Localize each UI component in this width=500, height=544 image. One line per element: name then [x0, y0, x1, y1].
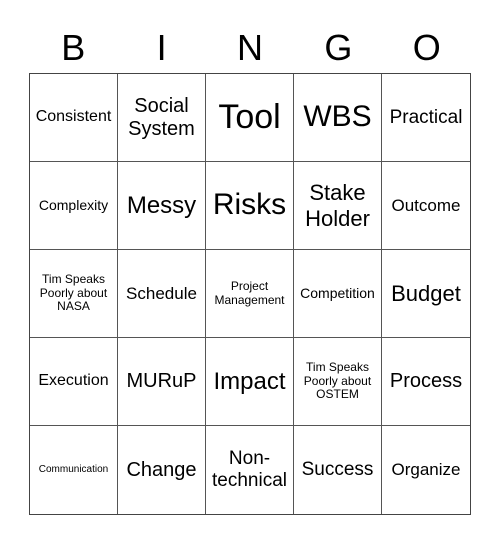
bingo-cell[interactable]: Budget — [382, 250, 470, 338]
bingo-grid: Consistent Social System Tool WBS Practi… — [29, 73, 471, 515]
bingo-cell[interactable]: Change — [118, 426, 206, 514]
header-letter-g: G — [324, 27, 353, 68]
bingo-cell[interactable]: WBS — [294, 74, 382, 162]
bingo-cell[interactable]: Competition — [294, 250, 382, 338]
bingo-cell[interactable]: Complexity — [30, 162, 118, 250]
header-letter-n: N — [236, 27, 263, 68]
bingo-cell[interactable]: Schedule — [118, 250, 206, 338]
bingo-cell[interactable]: Risks — [206, 162, 294, 250]
header-letter-i: I — [156, 27, 167, 68]
bingo-cell[interactable]: Organize — [382, 426, 470, 514]
bingo-cell[interactable]: Messy — [118, 162, 206, 250]
bingo-cell[interactable]: Non-technical — [206, 426, 294, 514]
bingo-cell[interactable]: Tim Speaks Poorly about OSTEM — [294, 338, 382, 426]
bingo-cell[interactable]: Execution — [30, 338, 118, 426]
bingo-cell[interactable]: Impact — [206, 338, 294, 426]
header-letter-b: B — [61, 27, 86, 68]
bingo-cell[interactable]: Project Management — [206, 250, 294, 338]
header-letter-o: O — [412, 27, 441, 68]
bingo-cell[interactable]: Communication — [30, 426, 118, 514]
bingo-cell[interactable]: Consistent — [30, 74, 118, 162]
bingo-cell[interactable]: Tim Speaks Poorly about NASA — [30, 250, 118, 338]
bingo-cell[interactable]: Success — [294, 426, 382, 514]
bingo-cell[interactable]: Outcome — [382, 162, 470, 250]
bingo-cell[interactable]: Process — [382, 338, 470, 426]
bingo-cell[interactable]: Social System — [118, 74, 206, 162]
bingo-cell[interactable]: Tool — [206, 74, 294, 162]
bingo-cell[interactable]: Practical — [382, 74, 470, 162]
bingo-header: B I N G O — [29, 24, 471, 72]
bingo-cell[interactable]: Stake Holder — [294, 162, 382, 250]
bingo-cell[interactable]: MURuP — [118, 338, 206, 426]
